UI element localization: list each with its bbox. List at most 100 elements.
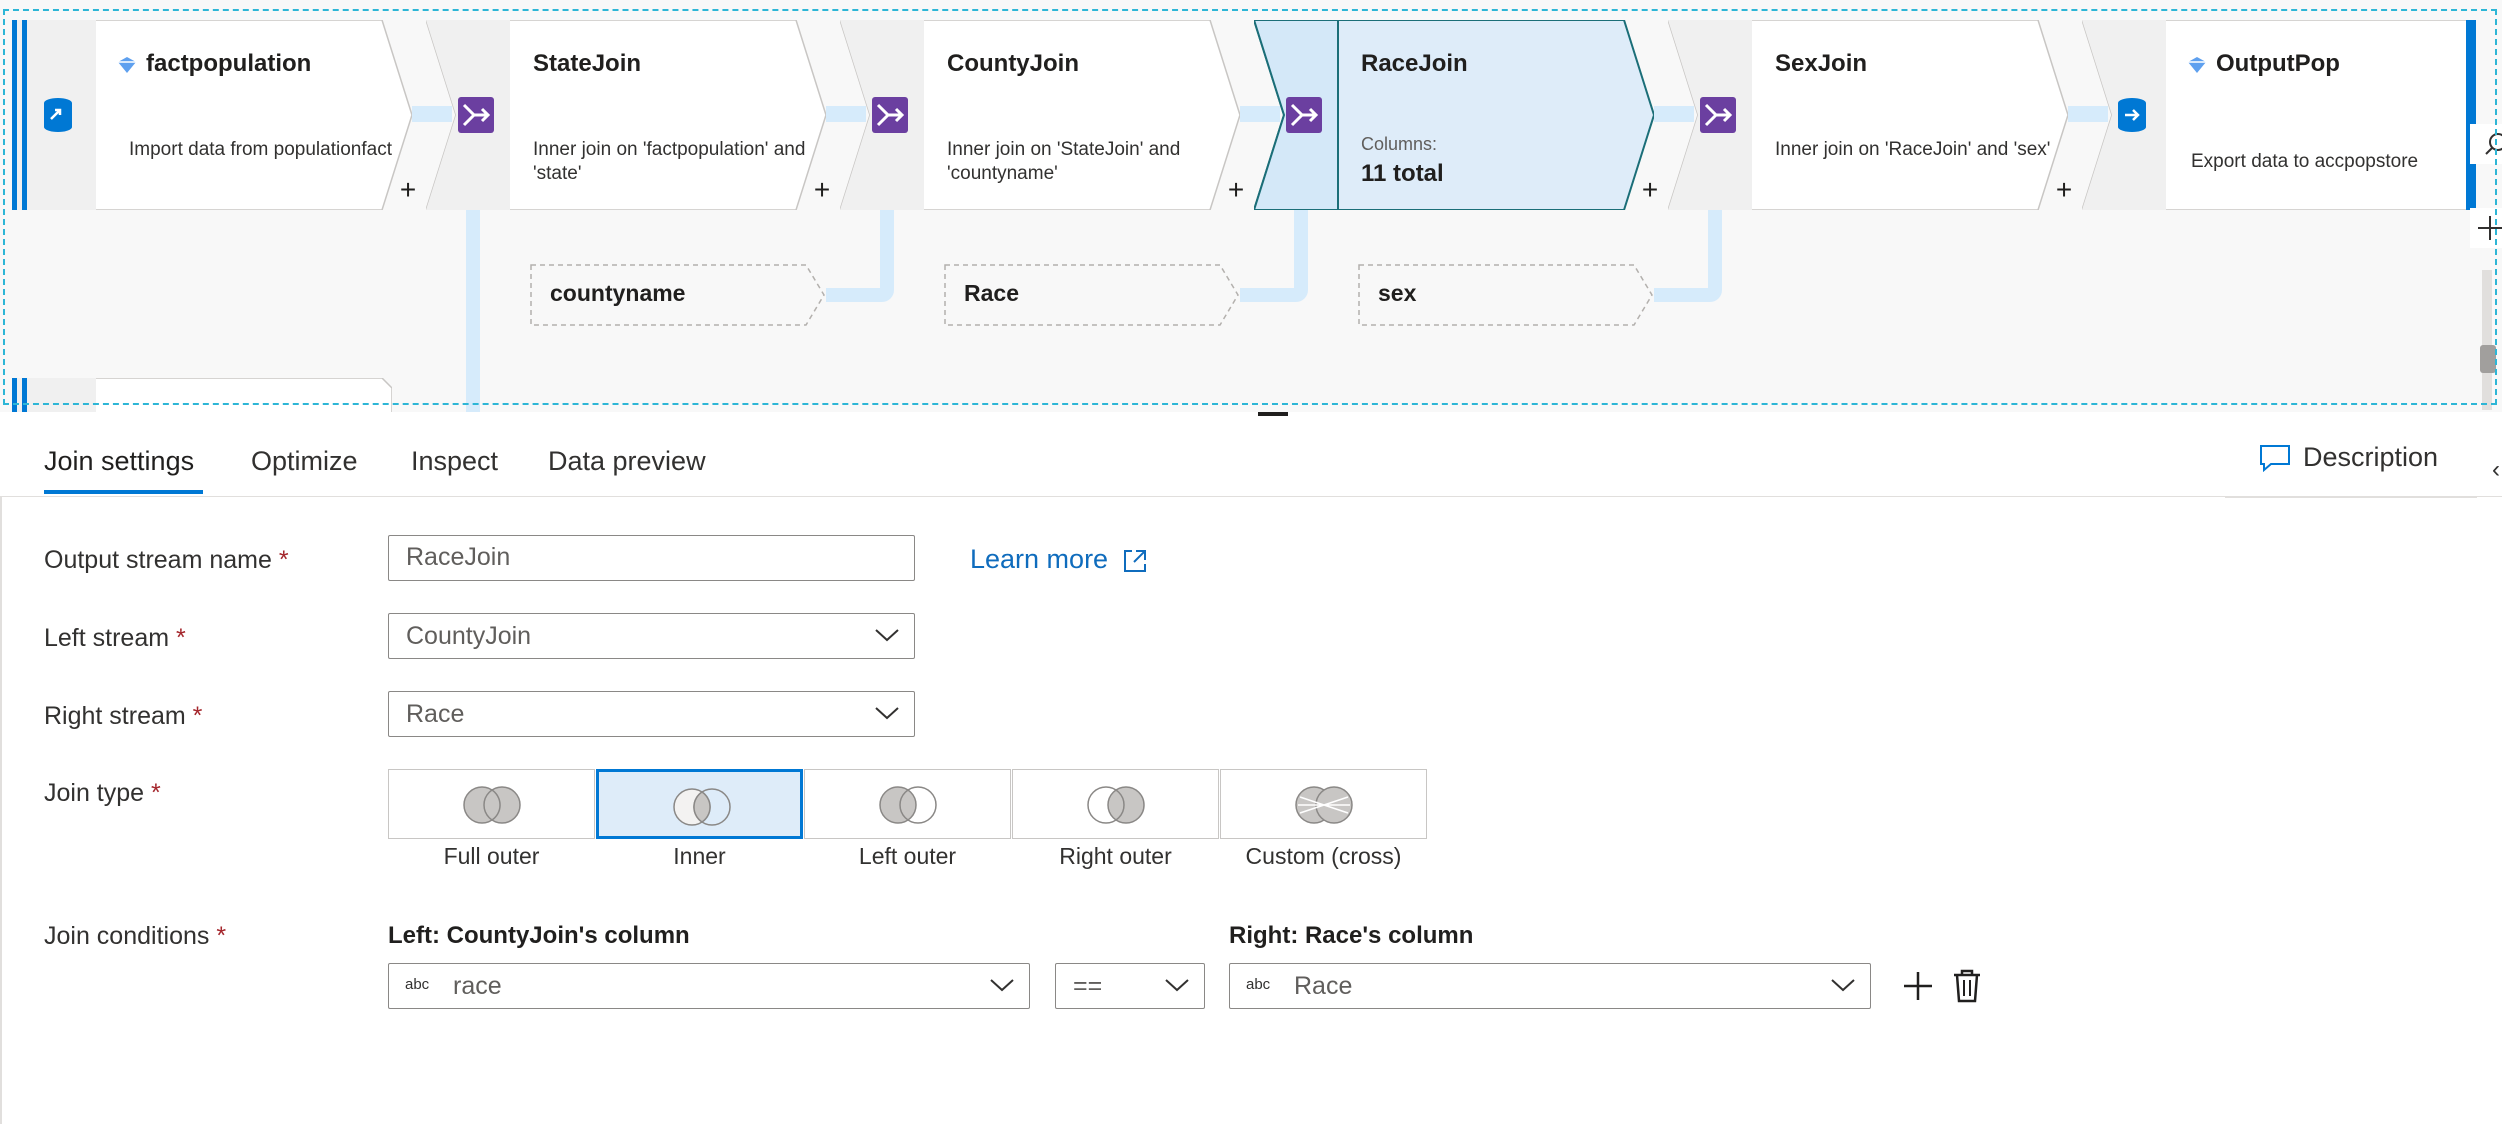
chevron-down-icon (1165, 979, 1189, 992)
dropdown-value: race (453, 972, 502, 1000)
join-type-full-outer[interactable] (388, 769, 595, 839)
add-transform-button[interactable]: + (2049, 174, 2079, 206)
connector-vertical (1708, 210, 1722, 290)
join-conditions-label: Join conditions * (44, 922, 226, 951)
connector-vertical (880, 210, 894, 290)
string-type-icon: abc (1246, 976, 1271, 993)
tab-inspect[interactable]: Inspect (411, 446, 498, 477)
venn-full-outer-icon (463, 786, 521, 824)
zoom-in-icon[interactable] (2470, 208, 2502, 248)
required-asterisk: * (278, 546, 289, 574)
stream-tag-label: Race (964, 280, 1019, 306)
label-text: Output stream name (44, 546, 272, 574)
join-type-label-right-outer: Right outer (1059, 843, 1172, 869)
canvas-scrollbar-thumb[interactable] (2480, 345, 2496, 373)
required-asterisk: * (151, 779, 161, 807)
operator-dropdown[interactable]: == (1055, 963, 1205, 1009)
node-factpopulation[interactable]: factpopulation Import data from populati… (12, 20, 412, 210)
join-type-label-custom-cross: Custom (cross) (1245, 843, 1402, 869)
stream-tag-countyname[interactable]: countyname (530, 264, 826, 326)
node-partial[interactable] (11, 377, 393, 412)
dataset-icon (2188, 57, 2206, 73)
learn-more-text: Learn more (970, 544, 1109, 574)
venn-left-outer-icon (879, 786, 937, 824)
node-racejoin[interactable]: RaceJoin Columns: 11 total (1254, 20, 1654, 210)
zoom-search-icon[interactable] (2470, 124, 2502, 164)
join-icon (1286, 97, 1322, 133)
dataset-icon (118, 57, 136, 73)
join-icon (1700, 97, 1736, 133)
join-type-label-inner: Inner (673, 843, 726, 869)
right-stream-label: Right stream * (44, 702, 202, 731)
panel-resize-handle[interactable] (1258, 412, 1288, 416)
panel-left-edge (0, 496, 2, 1124)
node-title: SexJoin (1775, 50, 1868, 77)
join-type-right-outer[interactable] (1012, 769, 1219, 839)
join-type-label: Join type * (44, 779, 161, 808)
node-description: Inner join on 'RaceJoin' and 'sex' (1775, 139, 2051, 160)
output-stream-name-label: Output stream name * (44, 546, 289, 575)
node-description: Export data to accpopstore (2191, 151, 2419, 172)
node-description: Inner join on 'factpopulation' and 'stat… (533, 139, 806, 184)
label-text: Left stream (44, 624, 170, 652)
left-stream-dropdown[interactable]: CountyJoin (388, 613, 915, 659)
connector-vertical (1294, 210, 1308, 290)
node-statejoin[interactable]: StateJoin Inner join on 'factpopulation'… (426, 20, 826, 210)
join-type-custom-cross[interactable] (1220, 769, 1427, 839)
venn-right-outer-icon (1087, 786, 1145, 824)
join-icon (458, 97, 494, 133)
stream-tag-race[interactable]: Race (944, 264, 1240, 326)
stream-tag-label: sex (1378, 280, 1417, 306)
left-column-header: Left: CountyJoin's column (388, 922, 690, 949)
connector-elbow (1654, 288, 1722, 302)
required-asterisk: * (176, 624, 186, 652)
chevron-down-icon (875, 629, 899, 642)
learn-more-link[interactable]: Learn more (970, 544, 1146, 575)
left-stream-label: Left stream * (44, 624, 186, 653)
collapse-chevron-icon[interactable]: ‹ (2492, 456, 2500, 484)
left-column-dropdown[interactable]: abc race (388, 963, 1030, 1009)
stream-tag-sex[interactable]: sex (1358, 264, 1654, 326)
tab-join-settings[interactable]: Join settings (44, 446, 194, 477)
settings-tabs: Join settings Optimize Inspect Data prev… (0, 420, 2502, 497)
database-source-icon (44, 98, 72, 132)
connector-elbow (1240, 288, 1308, 302)
trash-icon (1954, 969, 1980, 1003)
add-transform-button[interactable]: + (1221, 174, 1251, 206)
add-transform-button[interactable]: + (393, 174, 423, 206)
node-outputpop[interactable]: OutputPop Export data to accpopstore (2082, 20, 2482, 210)
tab-data-preview[interactable]: Data preview (548, 446, 706, 477)
tab-optimize[interactable]: Optimize (251, 446, 358, 477)
node-title: OutputPop (2216, 50, 2340, 77)
node-title: CountyJoin (947, 50, 1079, 77)
right-column-dropdown[interactable]: abc Race (1229, 963, 1871, 1009)
add-transform-button[interactable]: + (807, 174, 837, 206)
columns-label: Columns: (1361, 134, 1438, 154)
label-text: Join conditions (44, 922, 210, 950)
node-title: StateJoin (533, 50, 642, 77)
columns-count: 11 total (1361, 160, 1444, 187)
join-type-label-full-outer: Full outer (443, 843, 540, 869)
add-condition-button[interactable] (1902, 970, 1934, 1007)
delete-condition-button[interactable] (1952, 969, 1982, 1008)
description-button[interactable]: Description (2225, 434, 2477, 498)
dropdown-value: Race (406, 700, 465, 728)
string-type-icon: abc (405, 976, 430, 993)
join-type-inner[interactable] (596, 769, 803, 839)
join-icon (872, 97, 908, 133)
node-title: factpopulation (146, 50, 312, 77)
right-stream-dropdown[interactable]: Race (388, 691, 915, 737)
external-link-icon (1124, 550, 1146, 572)
join-type-left-outer[interactable] (804, 769, 1011, 839)
output-stream-name-input[interactable]: RaceJoin (388, 535, 915, 581)
data-flow-canvas[interactable]: factpopulation Import data from populati… (0, 0, 2502, 412)
add-transform-button[interactable]: + (1635, 174, 1665, 206)
database-sink-icon (2118, 98, 2146, 132)
node-countyjoin[interactable]: CountyJoin Inner join on 'StateJoin' and… (840, 20, 1240, 210)
label-text: Right stream (44, 702, 186, 730)
node-sexjoin[interactable]: SexJoin Inner join on 'RaceJoin' and 'se… (1668, 20, 2068, 210)
canvas-scrollbar-track[interactable] (2482, 270, 2492, 410)
venn-cross-icon (1295, 786, 1353, 824)
required-asterisk: * (192, 702, 203, 730)
dropdown-value: == (1073, 972, 1103, 1000)
